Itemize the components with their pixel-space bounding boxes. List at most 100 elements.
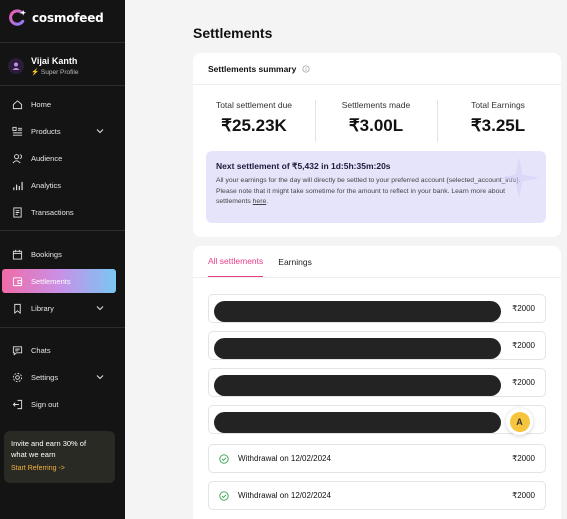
chevron-down-icon[interactable]	[95, 372, 105, 382]
profile-block[interactable]: Vijai Kanth ⚡ Super Profile	[8, 56, 78, 76]
settlement-row[interactable]: Withdrawal on 12/02/2024 ₹2000	[208, 481, 546, 510]
stat-settlement-due: Total settlement due ₹25.23K	[193, 100, 315, 136]
nav-transactions[interactable]: Transactions	[0, 200, 125, 224]
settlement-row[interactable]: ₹2000	[208, 331, 546, 360]
check-circle-icon	[219, 490, 229, 501]
cosmofeed-logo-icon	[9, 9, 27, 26]
nav-library[interactable]: Library	[0, 296, 125, 320]
nav-signout[interactable]: Sign out	[0, 392, 125, 416]
stat-label: Settlements made	[341, 100, 411, 110]
row-amount: ₹2000	[512, 341, 535, 350]
settlements-icon	[11, 275, 23, 287]
bookmark-icon	[11, 302, 23, 314]
next-settlement-title: Next settlement of ₹5,432 in 1d:5h:35m:2…	[216, 161, 391, 171]
assistant-avatar: A	[509, 411, 530, 432]
nav-products-label: Products	[31, 126, 61, 136]
nav-signout-label: Sign out	[31, 399, 59, 409]
settlement-row[interactable]: ₹2000	[208, 294, 546, 323]
nav-settlements[interactable]: Settlements	[2, 269, 116, 293]
divider	[0, 85, 125, 86]
nav-chats[interactable]: Chats	[0, 338, 125, 362]
redacted-label	[214, 412, 501, 433]
brand-name: cosmofeed	[32, 10, 104, 25]
next-settlement-desc: All your earnings for the day will direc…	[216, 176, 534, 208]
divider	[0, 42, 125, 43]
chat-icon	[11, 344, 23, 356]
tab-all-settlements[interactable]: All settlements	[208, 256, 264, 277]
divider	[0, 230, 125, 231]
row-label: Withdrawal on 12/02/2024	[238, 491, 331, 500]
nav-analytics-label: Analytics	[31, 180, 62, 190]
referral-text: Invite and earn 30% of what we earn	[11, 439, 87, 459]
nav-audience[interactable]: Audience	[0, 146, 125, 170]
nav-library-label: Library	[31, 303, 54, 313]
transactions-icon	[11, 206, 23, 218]
profile-role: ⚡ Super Profile	[31, 68, 78, 76]
summary-stats: Total settlement due ₹25.23K Settlements…	[193, 100, 561, 142]
info-icon[interactable]	[302, 64, 310, 73]
profile-role-label: Super Profile	[40, 69, 79, 76]
row-label: Withdrawal on 12/02/2024	[238, 454, 331, 463]
settlement-row[interactable]: ₹2000	[208, 368, 546, 397]
nav-settings[interactable]: Settings	[0, 365, 125, 389]
nav-home-label: Home	[31, 99, 52, 109]
logout-icon	[11, 398, 23, 410]
nav-settlements-label: Settlements	[31, 276, 71, 286]
calendar-icon	[11, 248, 23, 260]
nav-transactions-label: Transactions	[31, 207, 74, 217]
divider	[0, 327, 125, 328]
nav-settings-label: Settings	[31, 372, 59, 382]
row-amount: ₹2000	[512, 378, 535, 387]
user-avatar-icon	[12, 62, 20, 70]
settlement-row[interactable]: Withdrawal on 12/02/2024 ₹2000	[208, 444, 546, 473]
settlements-list-card: All settlements Earnings ₹2000 ₹2000 ₹20…	[193, 246, 561, 519]
stat-label: Total settlement due	[215, 100, 293, 110]
start-referring-link[interactable]: Start Referring ->	[11, 465, 108, 472]
nav-analytics[interactable]: Analytics	[0, 173, 125, 197]
next-settlement-banner: Next settlement of ₹5,432 in 1d:5h:35m:2…	[206, 151, 546, 223]
audience-icon	[11, 152, 23, 164]
redacted-label	[214, 338, 501, 359]
learn-more-link[interactable]: here	[253, 198, 267, 205]
stat-value: ₹25.23K	[221, 116, 287, 135]
row-amount: ₹2000	[512, 304, 535, 313]
nav-home[interactable]: Home	[0, 92, 125, 116]
tab-bar: All settlements Earnings	[193, 246, 561, 278]
brand-logo[interactable]: cosmofeed	[8, 8, 104, 27]
summary-heading: Settlements summary	[193, 53, 561, 85]
stat-total-earnings: Total Earnings ₹3.25L	[437, 100, 559, 142]
stat-value: ₹3.25L	[470, 116, 526, 135]
row-amount: ₹2000	[512, 454, 535, 463]
avatar	[8, 58, 24, 74]
stat-value: ₹3.00L	[348, 116, 404, 135]
bolt-icon: ⚡	[31, 69, 40, 76]
nav-bookings-label: Bookings	[31, 249, 62, 259]
next-settlement-desc-end: .	[266, 198, 269, 205]
settlements-summary-card: Settlements summary Total settlement due…	[193, 53, 561, 237]
tab-earnings[interactable]: Earnings	[278, 257, 312, 277]
page-title: Settlements	[193, 25, 273, 41]
nav-bookings[interactable]: Bookings	[0, 242, 125, 266]
analytics-icon	[11, 179, 23, 191]
redacted-label	[214, 375, 501, 396]
row-amount: ₹2000	[512, 491, 535, 500]
gear-icon	[11, 371, 23, 383]
stat-label: Total Earnings	[471, 100, 525, 110]
referral-card: Invite and earn 30% of what we earn Star…	[4, 431, 115, 483]
stat-settlements-made: Settlements made ₹3.00L	[315, 100, 437, 142]
chevron-down-icon[interactable]	[95, 303, 105, 313]
nav-audience-label: Audience	[31, 153, 63, 163]
check-circle-icon	[219, 453, 229, 464]
products-icon	[11, 125, 23, 137]
sidebar: cosmofeed Vijai Kanth ⚡ Super Profile Ho…	[0, 0, 125, 519]
nav-chats-label: Chats	[31, 345, 51, 355]
redacted-label	[214, 301, 501, 322]
settlement-row[interactable]	[208, 405, 546, 434]
summary-heading-label: Settlements summary	[208, 63, 297, 74]
sparkle-icon	[498, 157, 540, 199]
profile-name: Vijai Kanth	[31, 56, 78, 66]
nav-products[interactable]: Products	[0, 119, 125, 143]
home-icon	[11, 98, 23, 110]
chevron-down-icon[interactable]	[95, 126, 105, 136]
assistant-button[interactable]: A	[506, 408, 533, 435]
